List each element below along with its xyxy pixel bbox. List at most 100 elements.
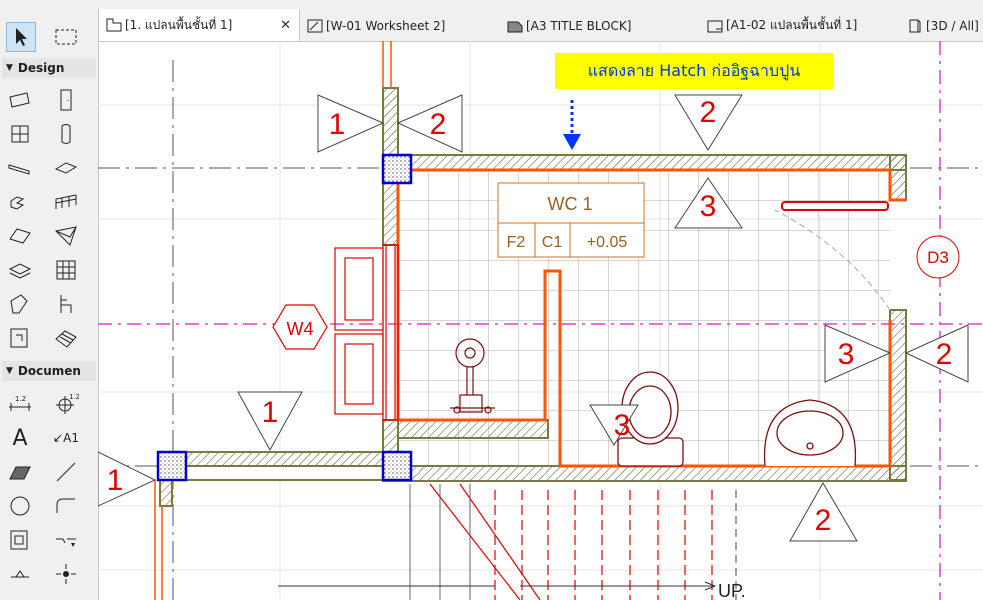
door-icon: [60, 89, 72, 111]
slab-tool[interactable]: [52, 154, 80, 182]
wall-icon: [9, 92, 30, 108]
terrain-icon: [55, 330, 77, 348]
towel-bar: [781, 201, 889, 211]
marker-number: 3: [700, 190, 717, 223]
design-section-header[interactable]: ▼ Design: [2, 58, 96, 78]
document-section-header[interactable]: ▼ Documen: [2, 361, 96, 381]
collapse-arrow-icon: ▼: [6, 366, 13, 376]
curtain-wall-tool[interactable]: [52, 256, 80, 284]
arrow-tool[interactable]: [6, 22, 36, 52]
drawing-tool[interactable]: [6, 526, 34, 554]
callout-arrow: [563, 100, 581, 150]
document-section-label: Documen: [17, 364, 81, 378]
wall-tool[interactable]: [6, 86, 34, 114]
door-tool[interactable]: [52, 86, 80, 114]
detail-icon: [56, 564, 76, 584]
curtain-wall-icon: [56, 260, 76, 280]
tab-label: [A1-02 แปลนพื้นชั้นที่ 1]: [726, 18, 858, 32]
label-tool-text: A1: [63, 431, 79, 445]
mesh-tool[interactable]: [6, 256, 34, 284]
terrain-tool[interactable]: [52, 324, 80, 352]
section-tool[interactable]: [52, 526, 80, 554]
drawing-icon: [10, 530, 28, 550]
sheet-icon: [707, 20, 723, 32]
column-tool[interactable]: [52, 120, 80, 148]
tab-3d-all[interactable]: [3D / All]: [900, 12, 983, 39]
elevation-tool[interactable]: [6, 560, 34, 588]
tab-a3-title-block[interactable]: [A3 TITLE BLOCK]: [500, 12, 698, 39]
level-dimension-label: 1.2: [69, 393, 79, 401]
zone-icon: [10, 328, 28, 348]
column-icon: [61, 124, 71, 144]
shell-tool[interactable]: [52, 222, 80, 250]
object-tool[interactable]: [52, 290, 80, 318]
window-tool[interactable]: [6, 120, 34, 148]
marker-number: 2: [430, 108, 447, 141]
marker-number: 1: [329, 108, 346, 141]
dimension-tool[interactable]: 1.2: [6, 390, 34, 418]
railing-tool[interactable]: [52, 188, 80, 216]
floor-plan-icon: [106, 18, 122, 32]
worksheet-icon: [307, 19, 323, 32]
marquee-tool[interactable]: [52, 22, 80, 50]
label-tool[interactable]: ↙ A1: [52, 424, 80, 452]
shell-icon: [54, 226, 77, 246]
railing-icon: [55, 194, 77, 209]
tab-label: [3D / All]: [926, 18, 979, 33]
room-level: +0.05: [587, 234, 628, 251]
fill-tool[interactable]: [6, 458, 34, 486]
view-tab-bar: [1. แปลนพื้นชั้นที่ 1] ✕ [W-01 Worksheet…: [98, 0, 983, 42]
stair-tool[interactable]: [6, 188, 34, 216]
circle-icon: [10, 496, 30, 516]
level-dimension-tool[interactable]: 1.2: [52, 390, 80, 418]
stair-up-label: UP.: [718, 581, 746, 600]
tab-a1-02-floor-plan[interactable]: [A1-02 แปลนพื้นชั้นที่ 1]: [700, 12, 898, 39]
roof-icon: [9, 228, 31, 244]
tab-worksheet-2[interactable]: [W-01 Worksheet 2]: [300, 12, 498, 39]
hatch-annotation-callout: แสดงลาย Hatch ก่ออิฐฉาบปูน: [555, 53, 833, 89]
marker-number: 3: [838, 338, 855, 371]
window-tag[interactable]: W4: [272, 304, 328, 350]
chair-icon: [60, 295, 72, 313]
detail-tool[interactable]: [52, 560, 80, 588]
line-tool[interactable]: [52, 458, 80, 486]
marker-number: 1: [262, 396, 279, 429]
marker-number: 3: [614, 409, 631, 442]
door-tag-label: D3: [927, 248, 949, 267]
marker-number: 2: [700, 96, 717, 129]
window-element[interactable]: [334, 244, 399, 421]
beam-tool[interactable]: [6, 154, 34, 182]
pointer-icon: [16, 28, 27, 46]
polyline-icon: [56, 498, 75, 513]
floor-plan-canvas[interactable]: UP. 1 2 2 3 3 2 1 1 3 2 W4 D3 WC 1 F2 C1…: [98, 41, 983, 600]
room-floor-code: F2: [507, 234, 526, 251]
close-icon[interactable]: ✕: [280, 18, 291, 33]
circle-tool[interactable]: [6, 492, 34, 520]
dimension-label: 1.2: [15, 395, 26, 403]
toolbox-panel: ▼ Design ▼ Documen 1.2 1.2 A ↙ A1: [0, 0, 99, 600]
zone-tool[interactable]: [6, 324, 34, 352]
door-tag[interactable]: D3: [916, 235, 960, 279]
tab-label: [W-01 Worksheet 2]: [326, 18, 446, 33]
text-tool[interactable]: A: [6, 424, 34, 452]
elevation-icon: [11, 570, 29, 578]
window-icon: [11, 125, 29, 143]
3d-view-icon: [909, 19, 921, 32]
level-dimension-icon: 1.2: [56, 393, 79, 414]
morph-tool[interactable]: [6, 290, 34, 318]
layout-icon: [507, 21, 523, 32]
mesh-icon: [8, 263, 32, 279]
morph-icon: [10, 294, 28, 314]
tab-floor-plan-1[interactable]: [1. แปลนพื้นชั้นที่ 1] ✕: [98, 9, 300, 41]
staircase[interactable]: UP.: [278, 483, 746, 600]
section-icon: [56, 538, 76, 547]
collapse-arrow-icon: ▼: [6, 63, 13, 73]
tab-label: [1. แปลนพื้นชั้นที่ 1]: [125, 17, 233, 32]
polyline-tool[interactable]: [52, 492, 80, 520]
marker-number: 2: [815, 504, 832, 537]
room-stamp[interactable]: WC 1 F2 C1 +0.05: [497, 182, 645, 258]
roof-tool[interactable]: [6, 222, 34, 250]
tab-label: [A3 TITLE BLOCK]: [526, 18, 632, 33]
marquee-icon: [55, 29, 77, 45]
design-section-label: Design: [17, 61, 65, 75]
